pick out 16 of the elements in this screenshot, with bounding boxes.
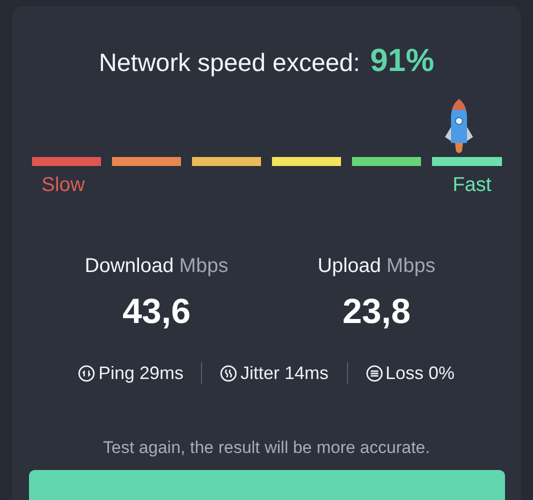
speed-label: Download Mbps (84, 255, 228, 278)
metric-text: Ping 29ms (98, 362, 184, 384)
ping-icon (78, 364, 96, 382)
metric-text: Loss 0% (386, 362, 455, 384)
loss-icon (366, 364, 383, 382)
test-again-button[interactable] (28, 470, 504, 500)
headline: Network speed exceed: (98, 49, 360, 78)
metric-text: Jitter 14ms (240, 362, 329, 384)
speed-percent: 91% (370, 42, 434, 79)
speed-value: 23,8 (342, 292, 411, 332)
jitter-icon (220, 364, 238, 382)
fast-label: Fast (452, 174, 492, 197)
speed-value: 43,6 (122, 292, 191, 332)
speed-label: Upload Mbps (318, 255, 436, 278)
slow-label: Slow (42, 174, 85, 197)
hint-text: Test again, the result will be more accurate. (103, 438, 430, 458)
